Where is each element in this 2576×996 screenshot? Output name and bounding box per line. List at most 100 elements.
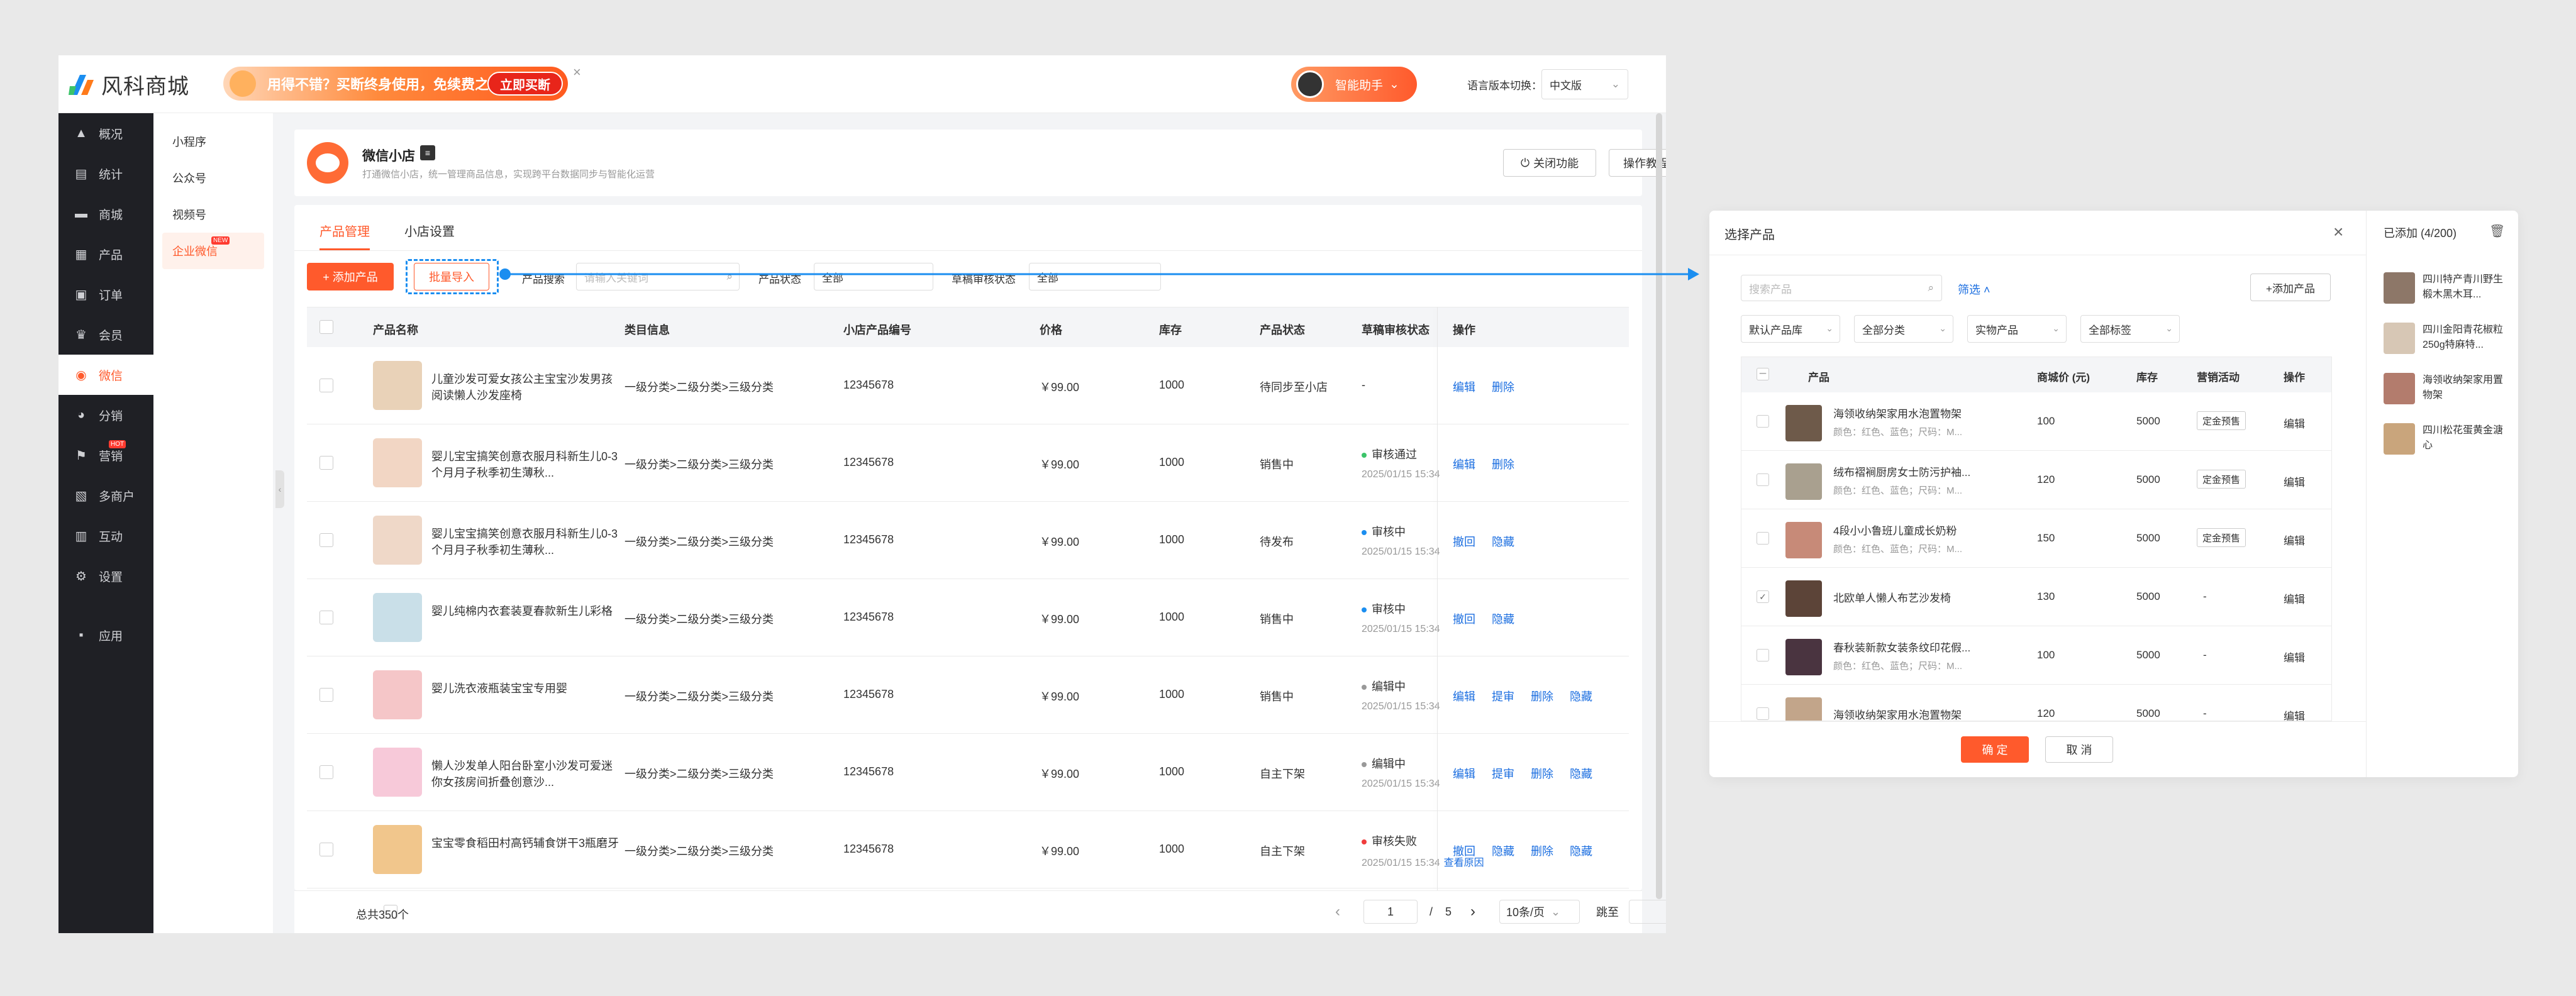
- product-name[interactable]: 婴儿纯棉内衣套装夏春款新生儿彩格: [431, 603, 620, 619]
- sidebar-item-9[interactable]: ▧ 多商户: [58, 475, 153, 516]
- cancel-button[interactable]: 取 消: [2045, 736, 2113, 763]
- row-checkbox[interactable]: [319, 456, 333, 470]
- language-select[interactable]: 中文版 ⌄: [1541, 69, 1628, 99]
- modal-search-input[interactable]: 搜索产品 ⌕: [1741, 275, 1942, 301]
- trash-icon[interactable]: 🗑: [2489, 223, 2505, 239]
- category-select[interactable]: 全部分类 ⌄: [1854, 315, 1953, 343]
- search-input[interactable]: 请输入关键词 ⌕: [576, 263, 740, 290]
- product-name[interactable]: 懒人沙发单人阳台卧室小沙发可爱迷你女孩房间折叠创意沙...: [431, 758, 620, 790]
- added-item[interactable]: 海领收纳架家用置物架: [2384, 373, 2509, 413]
- product-name[interactable]: 婴儿洗衣液瓶装宝宝专用婴: [431, 680, 620, 697]
- modal-filter-toggle[interactable]: 筛选 ˄: [1958, 281, 1990, 297]
- subnav-item-0[interactable]: 小程序: [153, 123, 273, 160]
- sidebar-item-5[interactable]: ♛ 会员: [58, 314, 153, 355]
- brand-logo[interactable]: 风科商城: [67, 69, 189, 99]
- row-action-link[interactable]: 隐藏: [1492, 843, 1514, 859]
- confirm-button[interactable]: 确 定: [1961, 736, 2029, 763]
- draft-select[interactable]: 全部: [1029, 263, 1161, 290]
- row-checkbox[interactable]: [319, 688, 333, 702]
- sidebar-item-1[interactable]: ▤ 统计: [58, 153, 153, 194]
- row-action-link[interactable]: 删除: [1492, 456, 1514, 472]
- sidebar-item-8[interactable]: ⚑ 营销 HOT: [58, 435, 153, 475]
- added-item[interactable]: 四川特产青川野生椴木黑木耳...: [2384, 272, 2509, 313]
- sidebar-item-3[interactable]: ▦ 产品: [58, 234, 153, 274]
- type-select[interactable]: 实物产品 ⌄: [1967, 315, 2067, 343]
- modal-edit-link[interactable]: 编辑: [2284, 532, 2305, 548]
- sidebar-item-0[interactable]: ▲ 概况: [58, 113, 153, 153]
- row-action-link[interactable]: 撤回: [1453, 611, 1475, 627]
- row-checkbox[interactable]: [319, 533, 333, 547]
- library-select[interactable]: 默认产品库 ⌄: [1741, 315, 1840, 343]
- product-name[interactable]: 儿童沙发可爱女孩公主宝宝沙发男孩阅读懒人沙发座椅: [431, 371, 620, 404]
- modal-edit-link[interactable]: 编辑: [2284, 590, 2305, 606]
- row-checkbox[interactable]: [1757, 473, 1769, 486]
- row-action-link[interactable]: 提审: [1492, 688, 1514, 704]
- row-action-link[interactable]: 编辑: [1453, 456, 1475, 472]
- promo-banner[interactable]: 用得不错？买断终身使用，免续费之忧！ 立即买断: [223, 67, 568, 101]
- subnav-item-2[interactable]: 视频号: [153, 196, 273, 233]
- page-size-select[interactable]: 10条/页 ⌄: [1499, 900, 1580, 924]
- row-action-link[interactable]: 编辑: [1453, 688, 1475, 704]
- next-page-icon[interactable]: ›: [1470, 900, 1475, 924]
- select-all-checkbox[interactable]: [319, 320, 333, 334]
- row-action-link[interactable]: 撤回: [1453, 533, 1475, 550]
- modal-edit-link[interactable]: 编辑: [2284, 649, 2305, 665]
- row-action-link[interactable]: 隐藏: [1570, 843, 1592, 859]
- tab-shop-settings[interactable]: 小店设置: [404, 221, 455, 248]
- row-action-link[interactable]: 隐藏: [1570, 765, 1592, 782]
- row-action-link[interactable]: 隐藏: [1492, 533, 1514, 550]
- row-action-link[interactable]: 编辑: [1453, 379, 1475, 395]
- sidebar-item-6[interactable]: ◉ 微信: [58, 355, 153, 395]
- row-action-link[interactable]: 隐藏: [1570, 688, 1592, 704]
- row-action-link[interactable]: 删除: [1531, 843, 1553, 859]
- sidebar-item-7[interactable]: ◕ 分销: [58, 395, 153, 435]
- row-checkbox-checked[interactable]: ✓: [1757, 590, 1769, 603]
- tag-select[interactable]: 全部标签 ⌄: [2080, 315, 2180, 343]
- row-action-link[interactable]: 删除: [1492, 379, 1514, 395]
- modal-edit-link[interactable]: 编辑: [2284, 415, 2305, 431]
- sidebar-item-10[interactable]: ▥ 互动: [58, 516, 153, 556]
- row-checkbox[interactable]: [319, 765, 333, 779]
- row-checkbox[interactable]: [319, 843, 333, 856]
- row-action-link[interactable]: 删除: [1531, 688, 1553, 704]
- prev-page-icon[interactable]: ‹: [1335, 900, 1340, 924]
- batch-import-button[interactable]: 批量导入: [414, 263, 489, 290]
- close-icon[interactable]: ×: [2333, 222, 2343, 242]
- sidebar-collapse-handle[interactable]: ‹: [275, 470, 284, 508]
- added-item[interactable]: 四川金阳青花椒粒250g特麻特...: [2384, 323, 2509, 363]
- added-item[interactable]: 四川松花蛋黄金溏心: [2384, 423, 2509, 463]
- view-reason-link[interactable]: 查看原因: [1444, 858, 1484, 868]
- row-action-link[interactable]: 隐藏: [1492, 611, 1514, 627]
- row-action-link[interactable]: 删除: [1531, 765, 1553, 782]
- subnav-item-1[interactable]: 公众号: [153, 160, 273, 196]
- row-action-link[interactable]: 编辑: [1453, 765, 1475, 782]
- assistant-button[interactable]: 智能助手 ⌄: [1291, 67, 1417, 102]
- tab-product-management[interactable]: 产品管理: [319, 221, 370, 250]
- row-action-link[interactable]: 提审: [1492, 765, 1514, 782]
- sidebar-item-12[interactable]: ▪ 应用: [58, 615, 153, 655]
- promo-buy-button[interactable]: 立即买断: [487, 72, 563, 96]
- modal-edit-link[interactable]: 编辑: [2284, 473, 2305, 489]
- sidebar-item-2[interactable]: ▬ 商城: [58, 194, 153, 234]
- add-product-button[interactable]: + 添加产品: [307, 263, 394, 290]
- product-name[interactable]: 婴儿宝宝搞笑创意衣服月科新生儿0-3个月月子秋季初生薄秋...: [431, 448, 620, 481]
- modal-add-product-button[interactable]: +添加产品: [2250, 274, 2331, 301]
- page-input[interactable]: 1: [1363, 900, 1418, 924]
- modal-edit-link[interactable]: 编辑: [2284, 707, 2305, 721]
- promo-close-icon[interactable]: ×: [573, 64, 581, 80]
- row-checkbox[interactable]: [1757, 707, 1769, 720]
- doc-icon[interactable]: ≡: [420, 145, 435, 160]
- product-name[interactable]: 婴儿宝宝搞笑创意衣服月科新生儿0-3个月月子秋季初生薄秋...: [431, 526, 620, 558]
- sidebar-item-4[interactable]: ▣ 订单: [58, 274, 153, 314]
- subnav-item-3[interactable]: 企业微信 NEW: [162, 233, 264, 269]
- jump-input[interactable]: [1629, 900, 1666, 924]
- row-checkbox[interactable]: [1757, 532, 1769, 545]
- product-name[interactable]: 宝宝零食稻田村高钙辅食饼干3瓶磨牙: [431, 835, 620, 851]
- row-checkbox[interactable]: [1757, 415, 1769, 428]
- row-checkbox[interactable]: [1757, 649, 1769, 661]
- page-scrollbar[interactable]: [1656, 113, 1662, 899]
- close-feature-button[interactable]: ⏻ 关闭功能: [1503, 149, 1596, 177]
- row-action-link[interactable]: 撤回: [1453, 843, 1475, 859]
- row-checkbox[interactable]: [319, 379, 333, 392]
- sidebar-item-11[interactable]: ⚙ 设置: [58, 556, 153, 596]
